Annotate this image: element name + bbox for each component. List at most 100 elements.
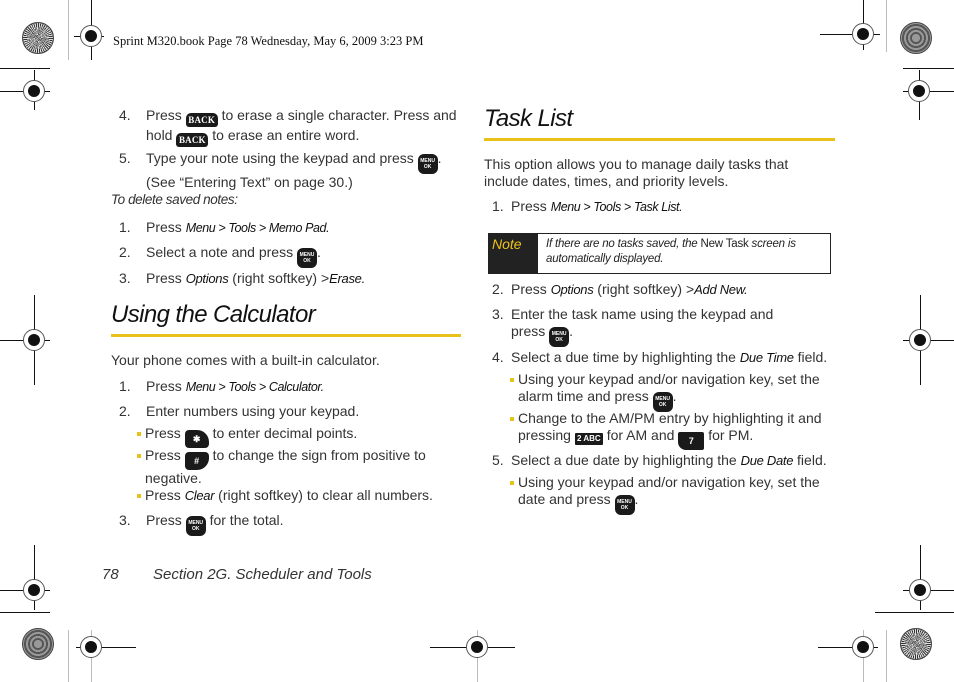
step-text: Press <box>146 107 182 123</box>
menu-path: Menu > Tools > Task List. <box>550 200 683 214</box>
step-text: Select a due date by highlighting the <box>511 452 737 468</box>
crosshair-line <box>0 68 50 69</box>
step-text: Press <box>511 281 547 297</box>
step-text: field. <box>797 452 827 468</box>
step-text: hold <box>146 127 173 143</box>
print-header: Sprint M320.book Page 78 Wednesday, May … <box>113 34 424 48</box>
step-text: field. <box>797 349 828 365</box>
bullet-text: Change to the AM/PM entry by highlightin… <box>518 410 822 426</box>
time-bullet-am-pm: Change to the AM/PM entry by highlightin… <box>510 410 822 450</box>
bullet-text: Using your keypad and/or navigation key,… <box>518 371 820 387</box>
step-number: 4. <box>492 349 504 365</box>
note-box: Note If there are no tasks saved, the Ne… <box>488 233 831 274</box>
bullet-text: Press <box>145 447 181 463</box>
step-text: Select a note and press <box>146 244 294 260</box>
bullet-text: . <box>634 491 639 507</box>
step-number: 3. <box>492 306 504 322</box>
key-2-abc-icon: 2 ABC <box>574 433 603 445</box>
menu-ok-key-icon: MENU OK <box>417 154 438 174</box>
section-title-calculator: Using the Calculator <box>111 301 316 328</box>
bullet-text: for AM and <box>606 427 675 443</box>
menu-ok-key-icon: MENU OK <box>297 248 317 268</box>
step-text: to erase a single character. Press and <box>221 107 457 123</box>
menu-ok-key-icon: MENU OK <box>185 516 206 536</box>
step-number: 1. <box>119 378 131 394</box>
step-text: Enter the task name using the keypad and <box>511 306 774 322</box>
note-text: If there are no tasks saved, the New Tas… <box>546 237 796 267</box>
menu-option: Erase. <box>329 271 365 286</box>
softkey-label: Clear <box>184 488 215 503</box>
hash-space-key-icon: # <box>184 452 209 470</box>
bullet-text: . <box>672 388 677 404</box>
bullet-text: Press <box>145 425 181 441</box>
field-name: Due Date <box>740 453 794 468</box>
step-text: Type your note using the keypad and pres… <box>146 150 414 166</box>
step-number: 5. <box>119 150 131 166</box>
step-text: . <box>317 244 321 260</box>
step-number: 2. <box>492 281 504 297</box>
bullet-text: pressing <box>518 427 571 443</box>
bullet-icon <box>510 481 514 485</box>
bullet-text: (right softkey) to clear all numbers. <box>218 487 433 503</box>
step-text: Enter numbers using your keypad. <box>146 403 360 419</box>
registration-rosette-icon <box>900 628 932 660</box>
task-list-intro: This option allows you to manage daily t… <box>484 156 788 190</box>
step-text: press <box>511 323 546 339</box>
footer-section-title: Section 2G. Scheduler and Tools <box>153 566 372 583</box>
menu-ok-key-icon: MENU OK <box>614 495 635 515</box>
bullet-icon <box>510 417 514 421</box>
bullet-text: negative. <box>145 470 202 486</box>
step-number: 1. <box>119 219 131 235</box>
bullet-text: to change the sign from positive to <box>212 447 426 463</box>
step-text: Press <box>146 219 182 235</box>
note-label: Note <box>489 234 538 273</box>
bullet-text: Press <box>145 487 181 503</box>
calculator-intro: Your phone comes with a built-in calcula… <box>111 352 380 368</box>
crosshair-line <box>903 68 954 69</box>
bullet-icon <box>510 378 514 382</box>
step-number: 5. <box>492 452 504 468</box>
softkey-label: Options <box>185 271 229 286</box>
step-number: 2. <box>119 244 131 260</box>
crop-line <box>886 630 887 682</box>
page-number: 78 <box>102 566 119 583</box>
step-text: to erase an entire word. <box>212 127 360 143</box>
bullet-text: date and press <box>518 491 611 507</box>
step-text: (right softkey) > <box>597 281 695 297</box>
section-rule <box>484 138 835 141</box>
screen-name: New Task <box>700 238 749 250</box>
step-number: 2. <box>119 403 131 419</box>
step-text: Press <box>146 270 182 286</box>
step-text: Press <box>146 512 182 528</box>
star-shift-key-icon: ✱ <box>184 430 209 448</box>
menu-path: Menu > Tools > Calculator. <box>185 380 324 394</box>
crop-line <box>68 0 69 60</box>
bullet-icon <box>137 432 141 436</box>
step-number: 3. <box>119 270 131 286</box>
step-number: 3. <box>119 512 131 528</box>
bullet-text: for PM. <box>708 427 754 443</box>
step-text: (right softkey) > <box>232 270 330 286</box>
step-number: 4. <box>119 107 131 123</box>
note-text-part: If there are no tasks saved, the <box>546 238 698 250</box>
crosshair-line <box>875 612 954 613</box>
note-text-part: screen is <box>751 238 796 250</box>
step-number: 1. <box>492 198 504 214</box>
menu-path: Menu > Tools > Memo Pad. <box>185 221 330 235</box>
field-name: Due Time <box>739 350 794 365</box>
crop-line <box>886 0 887 52</box>
registration-rosette-icon <box>900 22 932 54</box>
calc-bullet-clear: Press Clear (right softkey) to clear all… <box>137 487 433 504</box>
bullet-text: Using your keypad and/or navigation key,… <box>518 474 820 490</box>
step-text: for the total. <box>209 512 284 528</box>
step-text: . <box>437 150 442 166</box>
menu-option: Add New. <box>694 282 748 297</box>
back-key-icon: BACK <box>185 113 218 127</box>
crosshair-line <box>0 612 50 613</box>
step-text: Select a due time by highlighting the <box>511 349 736 365</box>
calc-bullet-decimal: Press ✱ to enter decimal points. <box>137 425 357 448</box>
step-text: (See “Entering Text” on page 30.) <box>146 174 353 190</box>
intro-line: include dates, times, and priority level… <box>484 173 729 189</box>
menu-ok-key-icon: MENU OK <box>652 392 673 412</box>
time-bullet-set-alarm: Using your keypad and/or navigation key,… <box>510 371 820 412</box>
